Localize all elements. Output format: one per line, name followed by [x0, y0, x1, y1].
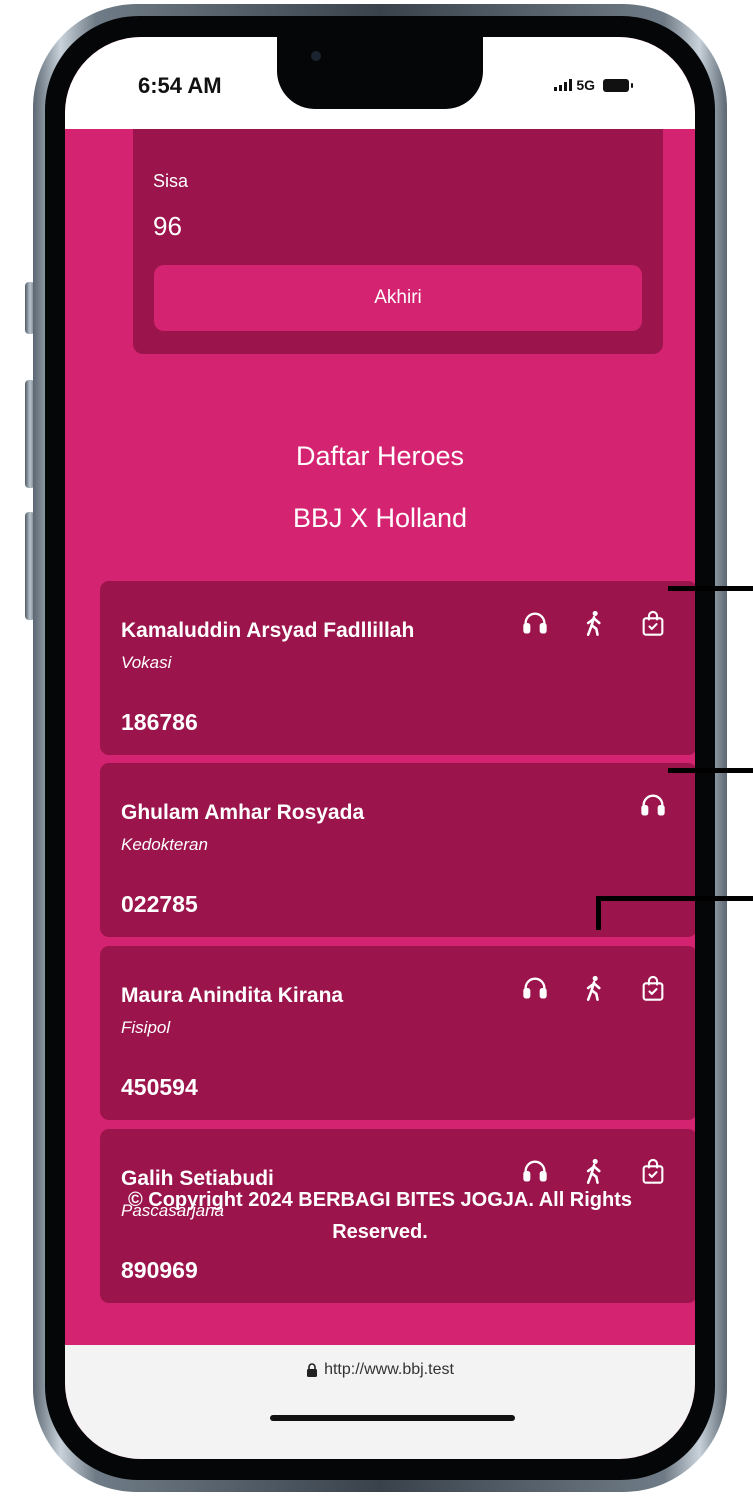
- hero-faculty: Fisipol: [121, 1018, 171, 1037]
- summary-card: 100 Sisa 96 Akhiri: [133, 129, 663, 354]
- walking-person-icon[interactable]: [580, 609, 608, 637]
- hero-code: 186786: [121, 709, 198, 735]
- phone-screen: 6:54 AM 5G 100 Sisa 96 Akhiri Daftar Her…: [65, 37, 695, 1459]
- browser-url-bar[interactable]: http://www.bbj.test: [65, 1345, 695, 1459]
- shopping-bag-check-icon[interactable]: [639, 1157, 667, 1185]
- hero-card[interactable]: Kamaluddin Arsyad Fadllillah Vokasi 1867…: [100, 581, 695, 755]
- headset-icon[interactable]: [521, 609, 549, 637]
- hero-name: Kamaluddin Arsyad Fadllillah: [121, 619, 415, 642]
- status-icons: 5G: [554, 77, 633, 93]
- copyright-footer: © Copyright 2024 BERBAGI BITES JOGJA. Al…: [127, 1189, 633, 1243]
- notch: [277, 37, 483, 109]
- status-time: 6:54 AM: [138, 73, 222, 98]
- headset-icon[interactable]: [521, 974, 549, 1002]
- lock-icon: [307, 1363, 318, 1377]
- hero-name: Ghulam Amhar Rosyada: [121, 801, 365, 824]
- hero-code: 022785: [121, 891, 198, 917]
- headset-icon[interactable]: [639, 791, 667, 819]
- headset-icon[interactable]: [521, 1157, 549, 1185]
- hero-code: 890969: [121, 1257, 198, 1283]
- callout-line-headset: [668, 768, 753, 773]
- status-bar: 6:54 AM 5G: [65, 37, 695, 129]
- page-content[interactable]: 100 Sisa 96 Akhiri Daftar Heroes BBJ X H…: [65, 129, 695, 1345]
- walking-person-icon[interactable]: [580, 1157, 608, 1185]
- camera-dot: [311, 51, 321, 61]
- hero-card[interactable]: Maura Anindita Kirana Fisipol 450594: [100, 946, 695, 1120]
- callout-line-bag: [668, 586, 753, 591]
- hero-faculty: Vokasi: [121, 653, 172, 672]
- callout-line-walk-horizontal: [596, 896, 753, 901]
- sisa-label: Sisa: [153, 171, 189, 191]
- home-indicator[interactable]: [270, 1415, 515, 1421]
- network-type: 5G: [576, 77, 595, 93]
- sisa-value: 96: [153, 211, 182, 241]
- battery-icon: [603, 78, 633, 92]
- list-title: Daftar Heroes: [295, 441, 465, 471]
- url-text[interactable]: http://www.bbj.test: [324, 1361, 454, 1379]
- hero-code: 450594: [121, 1074, 198, 1100]
- hero-faculty: Kedokteran: [121, 835, 208, 854]
- hero-name: Maura Anindita Kirana: [121, 984, 344, 1007]
- shopping-bag-check-icon[interactable]: [639, 974, 667, 1002]
- akhiri-button[interactable]: Akhiri: [154, 265, 642, 331]
- list-subtitle: BBJ X Holland: [292, 503, 468, 533]
- shopping-bag-check-icon[interactable]: [639, 609, 667, 637]
- callout-line-walk-vertical: [596, 896, 601, 930]
- walking-person-icon[interactable]: [580, 974, 608, 1002]
- signal-icon: [554, 79, 573, 91]
- hero-card[interactable]: Ghulam Amhar Rosyada Kedokteran 022785: [100, 763, 695, 937]
